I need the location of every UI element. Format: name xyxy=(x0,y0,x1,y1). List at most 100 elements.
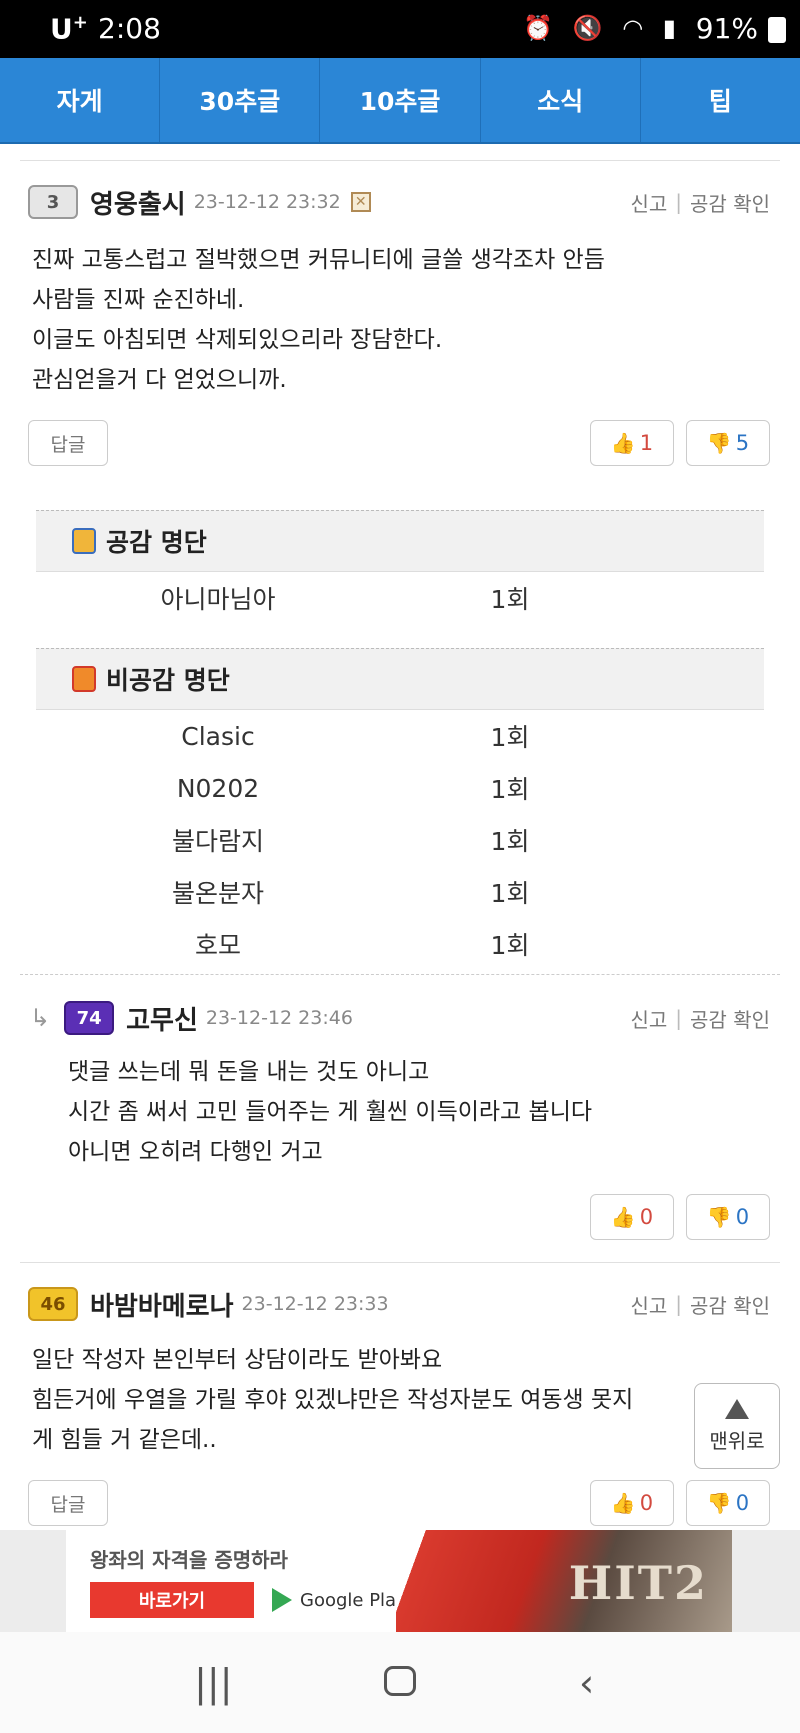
comment-date: 23-12-12 23:46 xyxy=(205,1007,353,1029)
upvote-button[interactable]: 👍 0 xyxy=(590,1194,674,1240)
ad-content[interactable]: 왕좌의 자격을 증명하라 바로가기 Google Play HIT2 xyxy=(66,1530,732,1632)
downvote-button[interactable]: 👎 5 xyxy=(686,420,770,466)
back-to-top-label: 맨위로 xyxy=(709,1428,765,1453)
empathy-check-link[interactable]: 공감 확인 xyxy=(690,1290,770,1319)
upvote-button[interactable]: 👍 1 xyxy=(590,420,674,466)
voter-name[interactable]: Clasic xyxy=(36,722,400,751)
thumbs-down-icon: 👎 xyxy=(706,1491,732,1515)
ad-cta-button[interactable]: 바로가기 xyxy=(90,1582,254,1618)
arrow-up-icon xyxy=(725,1398,749,1419)
comment-actions: 신고 | 공감 확인 xyxy=(630,998,770,1038)
google-play-badge[interactable]: Google Play xyxy=(272,1588,407,1612)
thumbs-down-icon xyxy=(72,666,96,692)
back-to-top-button[interactable]: 맨위로 xyxy=(694,1383,780,1469)
downvote-button[interactable]: 👎 0 xyxy=(686,1194,770,1240)
status-icons: ⏰ 🔇 ◠ ▮ xyxy=(523,14,682,42)
reply-arrow-icon: ↳ xyxy=(30,1004,51,1032)
comment-meta: 46 바밤바메로나 23-12-12 23:33 xyxy=(28,1284,389,1324)
upvote-count: 0 xyxy=(639,1491,654,1515)
separator: | xyxy=(675,1006,683,1030)
home-icon[interactable] xyxy=(360,1661,440,1705)
tab-news[interactable]: 소식 xyxy=(481,58,641,142)
recent-apps-icon[interactable]: ||| xyxy=(173,1661,253,1705)
downvote-button[interactable]: 👎 0 xyxy=(686,1480,770,1526)
comment-meta: ↳ 74 고무신 23-12-12 23:46 xyxy=(30,998,353,1038)
nonempathy-list: 비공감 명단 Clasic 1회 N0202 1회 불다람지 1회 불온분자 1… xyxy=(36,648,764,970)
vote-count: 1회 xyxy=(490,879,530,908)
report-link[interactable]: 신고 xyxy=(630,1004,667,1033)
comment-line: 시간 좀 써서 고민 들어주는 게 훨씬 이득이라고 봅니다 xyxy=(68,1099,593,1125)
comment-line: 진짜 고통스럽고 절박했으면 커뮤니티에 글쓸 생각조차 안듬 xyxy=(32,247,605,273)
delete-icon[interactable]: ✕ xyxy=(350,192,371,212)
comment-line: 관심얻을거 다 얻었으니까. xyxy=(32,367,287,393)
comment-line: 이글도 아침되면 삭제되있으리라 장담한다. xyxy=(32,327,443,353)
nonempathy-list-title: 비공감 명단 xyxy=(106,666,230,695)
battery-icon xyxy=(768,17,786,43)
empathy-list-title: 공감 명단 xyxy=(106,528,207,557)
system-nav-bar: ||| ‹ xyxy=(0,1632,800,1733)
comment-date: 23-12-12 23:32 xyxy=(193,191,341,213)
reply-button[interactable]: 답글 xyxy=(28,1480,108,1526)
thumbs-up-icon: 👍 xyxy=(610,431,636,455)
ad-tagline: 왕좌의 자격을 증명하라 xyxy=(90,1548,288,1572)
thumbs-down-icon: 👎 xyxy=(706,431,732,455)
separator: | xyxy=(675,1292,683,1316)
list-item: 호모 1회 xyxy=(36,918,764,970)
thumbs-up-icon: 👍 xyxy=(610,1205,636,1229)
nonempathy-list-header: 비공감 명단 xyxy=(36,648,764,710)
comment-line: 아니면 오히려 다행인 거고 xyxy=(68,1139,323,1165)
voter-name[interactable]: 아니마님아 xyxy=(36,580,400,616)
status-bar: U+ 2:08 ⏰ 🔇 ◠ ▮ 91% xyxy=(0,0,800,58)
list-item: 불다람지 1회 xyxy=(36,814,764,866)
upvote-button[interactable]: 👍 0 xyxy=(590,1480,674,1526)
comment-date: 23-12-12 23:33 xyxy=(241,1293,389,1315)
vote-count: 1회 xyxy=(490,827,530,856)
upvote-count: 1 xyxy=(639,431,654,455)
tab-10-recommended[interactable]: 10추글 xyxy=(320,58,481,142)
reply-button[interactable]: 답글 xyxy=(28,420,108,466)
empathy-check-link[interactable]: 공감 확인 xyxy=(690,188,770,217)
tab-30-recommended[interactable]: 30추글 xyxy=(160,58,321,142)
comment-author[interactable]: 영웅출시 xyxy=(90,184,186,221)
comment-line: 일단 작성자 본인부터 상담이라도 받아봐요 xyxy=(32,1347,443,1373)
empathy-list-header: 공감 명단 xyxy=(36,510,764,572)
tab-tips[interactable]: 팁 xyxy=(641,58,800,142)
voter-name[interactable]: 불다람지 xyxy=(36,822,400,858)
thumbs-up-icon: 👍 xyxy=(610,1491,636,1515)
voter-name[interactable]: 불온분자 xyxy=(36,874,400,910)
level-badge: 3 xyxy=(28,185,78,219)
list-item: 불온분자 1회 xyxy=(36,866,764,918)
ad-artwork: HIT2 xyxy=(396,1530,732,1632)
vote-count: 1회 xyxy=(490,585,530,614)
thumbs-up-icon xyxy=(72,528,96,554)
report-link[interactable]: 신고 xyxy=(630,1290,667,1319)
clock: 2:08 xyxy=(98,12,161,45)
battery-percent: 91% xyxy=(695,12,758,45)
divider xyxy=(20,1262,780,1263)
report-link[interactable]: 신고 xyxy=(630,188,667,217)
ad-banner[interactable]: 왕좌의 자격을 증명하라 바로가기 Google Play HIT2 xyxy=(0,1530,800,1632)
empathy-check-link[interactable]: 공감 확인 xyxy=(690,1004,770,1033)
vote-count: 1회 xyxy=(490,931,530,960)
game-logo: HIT2 xyxy=(568,1556,708,1610)
comment-meta: 3 영웅출시 23-12-12 23:32 ✕ xyxy=(28,182,371,222)
divider xyxy=(20,160,780,161)
thumbs-down-icon: 👎 xyxy=(706,1205,732,1229)
level-badge: 46 xyxy=(28,1287,78,1321)
back-icon[interactable]: ‹ xyxy=(547,1661,627,1705)
voter-name[interactable]: 호모 xyxy=(36,926,400,962)
comment-author[interactable]: 바밤바메로나 xyxy=(90,1286,234,1323)
empathy-list: 공감 명단 아니마님아 1회 xyxy=(36,510,764,624)
divider xyxy=(20,974,780,975)
voter-name[interactable]: N0202 xyxy=(36,774,400,803)
tab-free-board[interactable]: 자게 xyxy=(0,58,161,142)
carrier-label: U+ xyxy=(50,12,88,46)
comment-author[interactable]: 고무신 xyxy=(126,1000,198,1037)
list-item: N0202 1회 xyxy=(36,762,764,814)
comment-line: 댓글 쓰는데 뭐 돈을 내는 것도 아니고 xyxy=(68,1059,430,1085)
downvote-count: 0 xyxy=(735,1491,750,1515)
comment-line: 사람들 진짜 순진하네. xyxy=(32,287,245,313)
comment-body: 댓글 쓰는데 뭐 돈을 내는 것도 아니고 시간 좀 써서 고민 들어주는 게 … xyxy=(68,1052,592,1172)
vote-count: 1회 xyxy=(490,723,530,752)
comment-body: 진짜 고통스럽고 절박했으면 커뮤니티에 글쓸 생각조차 안듬 사람들 진짜 순… xyxy=(32,240,605,400)
